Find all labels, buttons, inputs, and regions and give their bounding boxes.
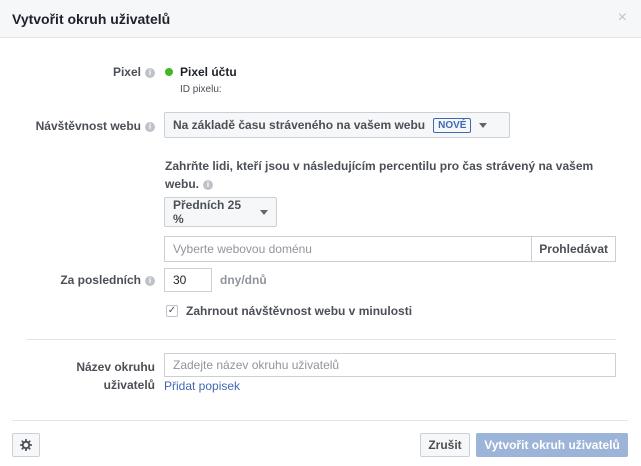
include-past-checkbox[interactable]: ✓	[166, 305, 178, 317]
audience-name-placeholder: Zadejte název okruhu uživatelů	[173, 358, 340, 372]
retention-label-row: Za posledních i	[20, 273, 155, 287]
dialog-title: Vytvořit okruh uživatelů	[12, 11, 171, 27]
percentile-description-text: Zahrňte lidi, kteří jsou v následujícím …	[165, 159, 594, 191]
audience-name-label: Název okruhu uživatelů	[20, 358, 155, 394]
traffic-label-row: Návštěvnost webu i	[10, 119, 155, 133]
new-badge: NOVÉ	[433, 117, 472, 133]
section-divider	[26, 339, 616, 340]
include-past-label: Zahrnout návštěvnost webu v minulosti	[186, 304, 413, 318]
retention-days-value: 30	[173, 273, 187, 287]
domain-search-input[interactable]: Vyberte webovou doménu Prohledávat	[164, 236, 616, 262]
chevron-down-icon	[260, 209, 268, 215]
traffic-selected: Na základě času stráveného na vašem webu	[173, 118, 426, 132]
search-button[interactable]: Prohledávat	[531, 237, 615, 261]
percentile-selected: Předních 25 %	[173, 198, 242, 226]
add-description-link[interactable]: Přidat popisek	[164, 379, 240, 393]
pixel-status-dot	[165, 68, 173, 76]
audience-name-label-line1: Název okruhu	[76, 360, 155, 374]
retention-days-input[interactable]: 30	[164, 268, 212, 292]
pixel-label-row: Pixel i	[60, 65, 155, 79]
dialog-header: Vytvořit okruh uživatelů ×	[0, 0, 641, 38]
create-audience-button[interactable]: Vytvořit okruh uživatelů	[476, 433, 628, 457]
settings-button[interactable]	[12, 433, 40, 457]
info-icon[interactable]: i	[145, 121, 155, 132]
gear-icon	[20, 439, 32, 451]
traffic-dropdown[interactable]: Na základě času stráveného na vašem webu…	[164, 112, 510, 138]
pixel-id-label: ID pixelu:	[180, 84, 222, 95]
info-icon[interactable]: i	[203, 179, 214, 190]
traffic-label: Návštěvnost webu	[35, 119, 141, 133]
percentile-description: Zahrňte lidi, kteří jsou v následujícím …	[165, 157, 605, 193]
info-icon[interactable]: i	[145, 67, 155, 78]
domain-search-placeholder: Vyberte webovou doménu	[173, 242, 312, 256]
chevron-down-icon	[479, 122, 488, 128]
info-icon[interactable]: i	[145, 275, 155, 286]
footer-divider	[12, 420, 628, 421]
percentile-dropdown[interactable]: Předních 25 %	[164, 197, 277, 227]
cancel-button[interactable]: Zrušit	[420, 433, 470, 457]
pixel-name: Pixel účtu	[180, 65, 237, 79]
retention-unit: dny/dnů	[220, 273, 267, 287]
audience-name-input[interactable]: Zadejte název okruhu uživatelů	[164, 353, 616, 377]
pixel-label: Pixel	[112, 65, 141, 79]
audience-name-label-line2: uživatelů	[103, 378, 155, 392]
retention-label: Za posledních	[60, 273, 141, 287]
close-icon[interactable]: ×	[618, 10, 627, 26]
